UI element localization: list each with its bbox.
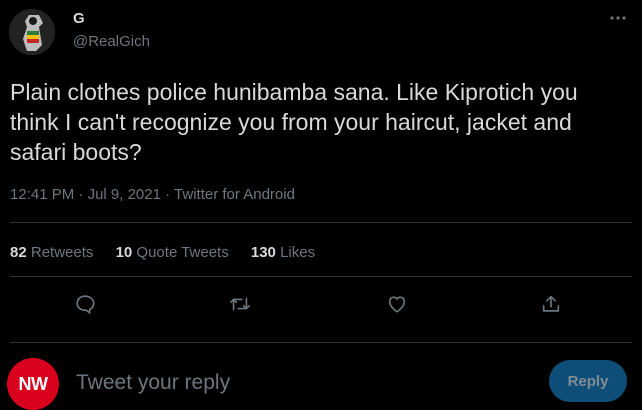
- meta-separator: ·: [78, 186, 84, 203]
- meta-separator: ·: [165, 186, 171, 203]
- tweet-text: Plain clothes police hunibamba sana. Lik…: [10, 79, 578, 165]
- like-button[interactable]: [383, 292, 411, 320]
- share-icon: [540, 293, 562, 320]
- tweet-date[interactable]: Jul 9, 2021: [88, 186, 161, 203]
- retweets-label: Retweets: [30, 244, 94, 261]
- retweets-count: 82: [10, 244, 27, 261]
- reply-icon: [74, 293, 96, 320]
- tweet-source[interactable]: Twitter for Android: [174, 186, 295, 203]
- more-options-icon[interactable]: [606, 8, 630, 28]
- user-avatar[interactable]: NW: [7, 358, 59, 410]
- quote-tweets-label: Quote Tweets: [136, 244, 229, 261]
- reply-input[interactable]: Tweet your reply: [76, 368, 536, 398]
- retweet-button[interactable]: [226, 292, 254, 320]
- tweet-time[interactable]: 12:41 PM: [10, 186, 74, 203]
- quote-tweets-stat[interactable]: 10 Quote Tweets: [116, 244, 233, 261]
- retweets-stat[interactable]: 82 Retweets: [10, 244, 98, 261]
- author-name[interactable]: G: [73, 10, 85, 27]
- share-button[interactable]: [537, 292, 565, 320]
- quote-tweets-count: 10: [115, 244, 133, 261]
- author-handle[interactable]: @RealGich: [73, 33, 150, 50]
- reply-submit-button[interactable]: Reply: [549, 360, 627, 402]
- reply-button[interactable]: [71, 292, 99, 320]
- likes-count: 130: [250, 244, 276, 261]
- divider: [10, 222, 632, 223]
- divider: [10, 342, 632, 343]
- author-avatar[interactable]: [9, 9, 55, 55]
- likes-stat[interactable]: 130 Likes: [251, 244, 315, 261]
- tweet-stats: 82 Retweets 10 Quote Tweets 130 Likes: [10, 244, 333, 261]
- tweet-meta: 12:41 PM · Jul 9, 2021 · Twitter for And…: [10, 186, 295, 203]
- likes-label: Likes: [280, 244, 316, 261]
- like-icon: [386, 293, 408, 320]
- retweet-icon: [228, 293, 252, 320]
- divider: [10, 276, 632, 277]
